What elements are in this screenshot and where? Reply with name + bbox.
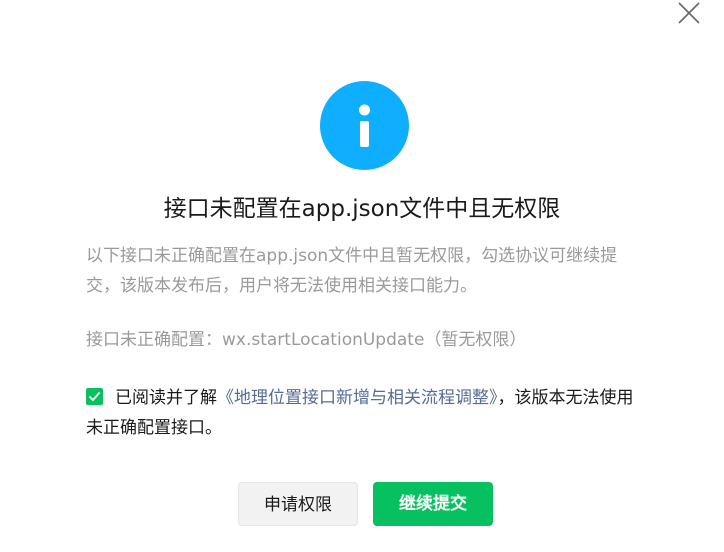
dialog-title: 接口未配置在app.json文件中且无权限 — [163, 196, 561, 222]
checkmark-icon — [88, 391, 101, 402]
agreement-row: 已阅读并了解《地理位置接口新增与相关流程调整》，该版本无法使用未正确配置接口。 — [86, 383, 646, 443]
close-button[interactable] — [676, 0, 702, 26]
info-icon — [320, 81, 409, 170]
permission-dialog: 接口未配置在app.json文件中且无权限 以下接口未正确配置在app.json… — [0, 0, 724, 552]
continue-submit-button[interactable]: 继续提交 — [373, 482, 493, 526]
request-permission-button[interactable]: 申请权限 — [238, 482, 358, 526]
agreement-prefix: 已阅读并了解 — [115, 388, 217, 408]
unconfigured-api-info: 接口未正确配置：wx.startLocationUpdate（暂无权限） — [86, 330, 527, 350]
agreement-checkbox[interactable] — [86, 388, 103, 405]
close-icon — [678, 2, 700, 24]
agreement-link[interactable]: 《地理位置接口新增与相关流程调整》 — [217, 388, 498, 408]
dialog-description: 以下接口未正确配置在app.json文件中且暂无权限，勾选协议可继续提交，该版本… — [86, 246, 618, 296]
